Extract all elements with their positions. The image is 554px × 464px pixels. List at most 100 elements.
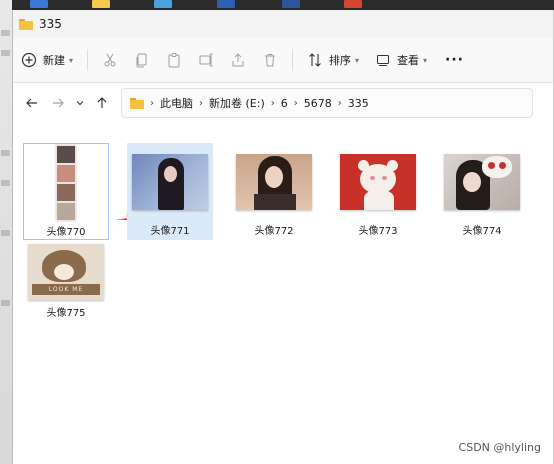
title-bar[interactable]: 335 [13, 10, 553, 38]
more-options-button[interactable]: ··· [435, 45, 474, 75]
photo-strip-frame [57, 203, 75, 220]
rename-icon [198, 52, 214, 68]
taskbar-app-icon[interactable] [344, 0, 362, 8]
share-icon [230, 52, 246, 68]
bear-body [364, 190, 394, 210]
recent-locations-chevron-icon[interactable] [71, 90, 89, 116]
file-thumbnail [56, 145, 76, 221]
thumbnail-frame: LOOK ME [23, 241, 109, 303]
thumbnail-frame [335, 143, 421, 221]
file-thumbnail [132, 154, 208, 210]
file-name: 头像771 [150, 226, 190, 237]
chevron-down-icon: ▾ [69, 55, 74, 65]
taskbar-app-icon[interactable] [217, 0, 235, 8]
taskbar-app-icon[interactable] [30, 0, 48, 8]
breadcrumb-separator-icon: › [337, 97, 342, 109]
bear-cheek [370, 176, 375, 180]
command-bar: 新建 ▾ 排序 ▾ 查看 ▾ ··· [13, 38, 553, 83]
navigation-bar: › 此电脑 › 新加卷 (E:) › 6 › 5678 › 335 [13, 83, 553, 123]
back-arrow-icon[interactable] [19, 90, 45, 116]
file-tile-775[interactable]: LOOK ME 头像775 [23, 241, 109, 321]
new-label: 新建 [43, 54, 65, 67]
scissors-icon [102, 52, 118, 68]
desktop-icon-fragment [1, 50, 10, 56]
forward-arrow-icon[interactable] [45, 90, 71, 116]
breadcrumb-item[interactable]: 335 [348, 97, 369, 110]
bear-ear [358, 160, 369, 171]
photo-strip-frame [57, 165, 75, 182]
file-name: 头像774 [462, 226, 502, 237]
breadcrumb-item[interactable]: 新加卷 (E:) [209, 95, 265, 111]
sort-arrows-icon [307, 52, 323, 68]
breadcrumb-separator-icon: › [270, 97, 275, 109]
plus-circle-icon [21, 52, 37, 68]
portrait-face [463, 172, 481, 192]
word-app-icon[interactable] [282, 0, 300, 8]
sort-label: 排序 [329, 54, 352, 67]
desktop-icon-fragment [1, 30, 10, 36]
desktop-edge [0, 0, 12, 464]
thumbnail-frame [439, 143, 525, 221]
file-thumbnail [236, 154, 312, 210]
thumbnail-frame [24, 144, 108, 222]
sort-button[interactable]: 排序 ▾ [299, 45, 367, 75]
breadcrumb-separator-icon: › [199, 97, 203, 109]
up-arrow-icon[interactable] [89, 90, 115, 116]
photo-strip-frame [57, 184, 75, 201]
window-title: 335 [39, 17, 62, 31]
address-bar[interactable]: › 此电脑 › 新加卷 (E:) › 6 › 5678 › 335 [121, 88, 533, 118]
new-button[interactable]: 新建 ▾ [13, 45, 81, 75]
rename-button[interactable] [190, 45, 222, 75]
file-thumbnail [340, 154, 416, 210]
desktop-icon-fragment [1, 300, 10, 306]
delete-button[interactable] [254, 45, 286, 75]
bear-face [54, 264, 74, 280]
file-name: 头像770 [46, 227, 86, 238]
breadcrumb-separator-icon: › [293, 97, 298, 109]
breadcrumb-separator-icon: › [150, 97, 154, 109]
file-tile-774[interactable]: 头像774 [439, 143, 525, 240]
breadcrumb-item[interactable]: 5678 [304, 97, 332, 110]
file-thumbnail: LOOK ME [28, 244, 104, 300]
copy-icon [134, 52, 150, 68]
portrait-face [265, 166, 283, 188]
file-tile-772[interactable]: 头像772 [231, 143, 317, 240]
divider [292, 49, 294, 71]
paste-button[interactable] [158, 45, 190, 75]
file-tile-770[interactable]: 头像770 [23, 143, 109, 240]
desktop-icon-fragment [1, 150, 10, 156]
view-button[interactable]: 查看 ▾ [367, 45, 435, 75]
breadcrumb-item[interactable]: 此电脑 [160, 95, 193, 111]
taskbar-app-icon[interactable] [154, 0, 172, 8]
bear-cheek [382, 176, 387, 180]
cut-button[interactable] [94, 45, 126, 75]
breadcrumb-item[interactable]: 6 [281, 97, 288, 110]
chevron-down-icon: ▾ [355, 55, 360, 65]
view-layout-icon [375, 52, 391, 68]
file-name: 头像773 [358, 226, 398, 237]
file-tile-773[interactable]: 头像773 [335, 143, 421, 240]
file-grid: 头像770 头像771 头像772 头像773 头像774 LOOK ME 头像… [13, 123, 553, 464]
taskbar-app-icon[interactable] [92, 0, 110, 8]
portrait-face [164, 166, 177, 182]
mask-eye [488, 162, 495, 169]
divider [87, 49, 89, 71]
share-button[interactable] [222, 45, 254, 75]
desktop-icon-fragment [1, 180, 10, 186]
mask-eye [499, 162, 506, 169]
trash-icon [262, 52, 278, 68]
thumbnail-caption: LOOK ME [32, 284, 100, 295]
mask-shape [482, 156, 512, 178]
chevron-down-icon: ▾ [423, 55, 428, 65]
thumbnail-frame [231, 143, 317, 221]
thumbnail-frame [127, 143, 213, 221]
file-explorer-window: 335 新建 ▾ 排序 ▾ 查看 ▾ ··· › 此电脑 › 新加卷 (E:) … [12, 10, 553, 464]
copy-button[interactable] [126, 45, 158, 75]
folder-icon [130, 97, 144, 109]
file-tile-771[interactable]: 头像771 [127, 143, 213, 240]
view-label: 查看 [397, 54, 420, 67]
portrait-clothes [254, 194, 296, 210]
clipboard-icon [166, 52, 182, 68]
taskbar-strip [12, 0, 554, 10]
file-name: 头像772 [254, 226, 294, 237]
